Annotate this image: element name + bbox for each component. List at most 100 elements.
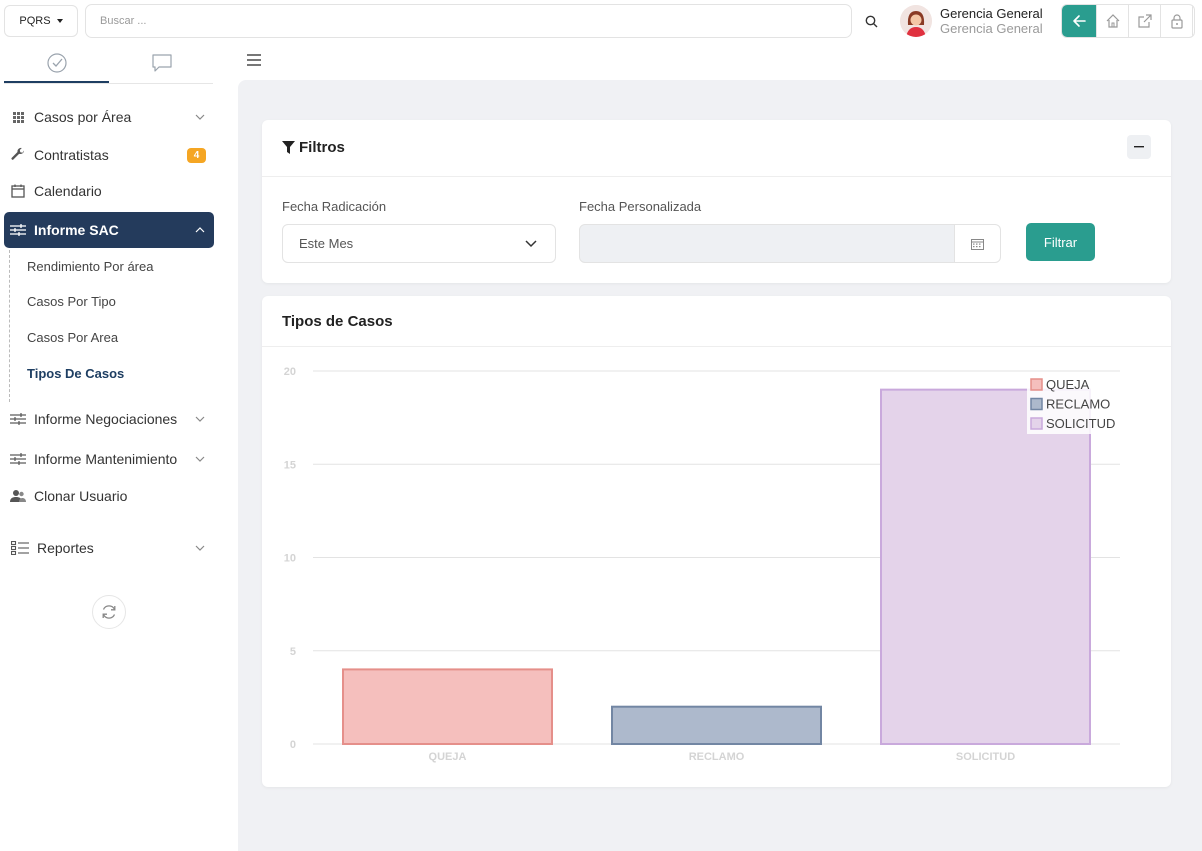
avatar[interactable] <box>900 5 932 37</box>
grid-icon <box>10 109 26 125</box>
filters-header: Filtros <box>262 120 1171 177</box>
lock-button[interactable] <box>1160 5 1192 37</box>
filters-title-text: Filtros <box>299 139 345 156</box>
bar-queja <box>342 668 553 745</box>
caret-down-icon <box>56 19 63 23</box>
bar-chart: 0 5 10 15 20 QUEJA RECLAMO SOLICITUD QUEJA RECLAM… <box>284 366 1120 763</box>
chart-header: Tipos de Casos <box>262 296 1171 347</box>
refresh-icon <box>102 605 116 619</box>
sidebar-item-label: Calendario <box>34 183 102 199</box>
sidebar-item-informe-sac[interactable]: Informe SAC <box>4 212 214 248</box>
user-avatar-icon <box>900 5 932 37</box>
legend-swatch <box>1030 378 1043 391</box>
app-selector-label: PQRS <box>19 15 51 27</box>
sidebar-item-label: Casos por Área <box>34 109 132 125</box>
sidebar-item-calendario[interactable]: Calendario <box>4 173 214 209</box>
informe-sac-submenu: Rendimiento Por área Casos Por Tipo Caso… <box>9 250 209 402</box>
wrench-icon <box>10 147 26 163</box>
y-tick-label: 10 <box>284 553 296 565</box>
sidebar-item-label: Informe Negociaciones <box>34 411 178 427</box>
x-tick-label: RECLAMO <box>689 751 745 763</box>
user-name: Gerencia General <box>940 6 1043 21</box>
bar-reclamo <box>611 705 822 746</box>
home-icon <box>1106 14 1119 28</box>
hamburger-icon <box>247 54 261 66</box>
bar-solicitud <box>880 388 1091 746</box>
filtrar-button[interactable]: Filtrar <box>1026 223 1095 261</box>
header-actions <box>1061 4 1195 38</box>
search-box <box>85 4 852 38</box>
sidebar-item-label: Reportes <box>37 540 94 556</box>
sliders-icon <box>10 451 26 467</box>
fecha-personalizada-input[interactable] <box>579 224 955 263</box>
submenu-item-casos-por-tipo[interactable]: Casos Por Tipo <box>27 294 116 309</box>
external-link-button[interactable] <box>1128 5 1160 37</box>
chevron-up-icon <box>195 227 205 233</box>
calendar-icon <box>10 183 26 199</box>
fecha-radicacion-label: Fecha Radicación <box>282 199 387 214</box>
refresh-button[interactable] <box>92 595 126 629</box>
legend-swatch <box>1030 417 1043 430</box>
contratistas-count-badge: 4 <box>187 148 206 163</box>
collapse-button[interactable] <box>1127 135 1151 159</box>
x-tick-label: QUEJA <box>429 751 467 763</box>
fecha-radicacion-value: Este Mes <box>299 236 354 251</box>
submenu-item-tipos-de-casos[interactable]: Tipos De Casos <box>27 366 124 381</box>
sidebar-item-informe-mantenimiento[interactable]: Informe Mantenimiento <box>4 441 214 477</box>
sidebar-item-casos-por-area[interactable]: Casos por Área <box>4 99 214 135</box>
chart-title: Tipos de Casos <box>282 313 393 330</box>
tab-messages[interactable] <box>109 44 214 82</box>
y-tick-label: 20 <box>284 366 296 378</box>
y-tick-label: 5 <box>290 646 296 658</box>
sidebar-item-label: Clonar Usuario <box>34 488 128 504</box>
tipos-de-casos-card: Tipos de Casos 0 5 10 15 20 QUEJA RECLAMO SOLIC… <box>262 296 1171 787</box>
filters-title: Filtros <box>282 139 345 156</box>
submenu-item-casos-por-area[interactable]: Casos Por Area <box>27 330 118 345</box>
check-circle-icon <box>46 52 67 73</box>
filters-card: Filtros Fecha Radicación Este Mes Fecha … <box>262 120 1171 283</box>
sidebar-item-label: Informe Mantenimiento <box>34 451 178 467</box>
sidebar-item-clonar-usuario[interactable]: Clonar Usuario <box>4 478 214 514</box>
external-link-icon <box>1137 14 1152 28</box>
filter-icon <box>282 141 295 154</box>
back-button[interactable] <box>1062 5 1096 37</box>
minus-icon <box>1134 146 1144 148</box>
main-content: Filtros Fecha Radicación Este Mes Fecha … <box>238 80 1202 851</box>
chevron-down-icon <box>195 545 205 551</box>
menu-toggle-button[interactable] <box>246 52 262 68</box>
header-actions-spacer <box>1192 5 1194 37</box>
home-button[interactable] <box>1096 5 1128 37</box>
sidebar-item-reportes[interactable]: Reportes <box>4 530 214 566</box>
list-icon <box>10 540 29 556</box>
tab-tasks[interactable] <box>4 44 109 83</box>
search-button[interactable] <box>860 10 882 32</box>
top-bar: PQRS Gerencia General Gerencia General <box>0 0 1202 44</box>
user-role: Gerencia General <box>940 21 1043 36</box>
chevron-down-icon <box>195 456 205 462</box>
sidebar-item-informe-negociaciones[interactable]: Informe Negociaciones <box>4 401 214 437</box>
x-tick-label: SOLICITUD <box>956 751 1015 763</box>
y-tick-label: 0 <box>290 739 296 751</box>
sliders-icon <box>10 411 26 427</box>
legend-label: QUEJA <box>1046 377 1090 392</box>
y-tick-label: 15 <box>284 459 296 471</box>
sidebar-item-label: Contratistas <box>34 147 109 163</box>
arrow-left-icon <box>1073 15 1086 27</box>
sidebar-item-contratistas[interactable]: Contratistas <box>4 137 214 173</box>
sliders-icon <box>10 222 26 238</box>
legend-label: RECLAMO <box>1046 397 1110 412</box>
search-input[interactable] <box>86 5 851 37</box>
calendar-icon <box>971 238 984 250</box>
chevron-down-icon <box>195 416 205 422</box>
app-selector[interactable]: PQRS <box>4 5 78 37</box>
fecha-radicacion-select[interactable]: Este Mes <box>282 224 556 263</box>
submenu-item-rendimiento-por-area[interactable]: Rendimiento Por área <box>27 259 153 274</box>
search-icon <box>865 15 877 27</box>
users-icon <box>10 488 26 504</box>
lock-icon <box>1170 14 1183 29</box>
chevron-down-icon <box>195 114 205 120</box>
sidebar-item-label: Informe SAC <box>34 222 119 238</box>
chat-icon <box>151 54 172 72</box>
legend-label: SOLICITUD <box>1046 416 1115 431</box>
date-picker-button[interactable] <box>955 224 1001 263</box>
